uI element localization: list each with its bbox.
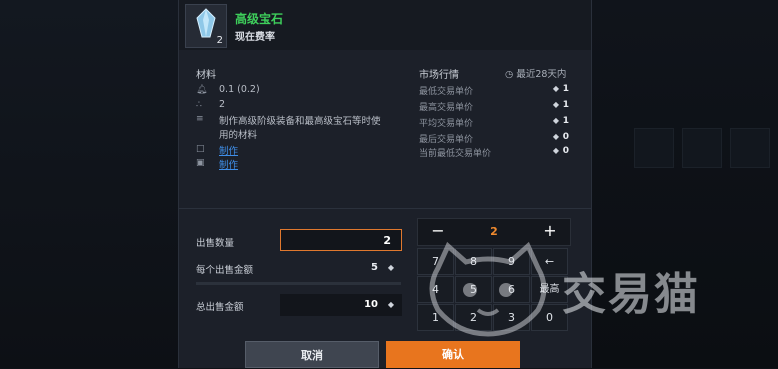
market-row: 平均交易单价 ◆ 1 <box>419 116 579 129</box>
background-slot <box>634 128 674 168</box>
background-right <box>590 0 778 368</box>
diamond-icon: ◆ <box>552 116 559 125</box>
backspace-key[interactable]: ← <box>531 248 568 275</box>
key-9[interactable]: 9 <box>493 248 530 275</box>
key-3[interactable]: 3 <box>493 304 530 331</box>
item-count: 2 <box>216 35 223 46</box>
recipe-icon: ▣ <box>196 158 205 168</box>
item-slot: 2 <box>185 4 227 48</box>
materials-title: 材料 <box>196 70 216 81</box>
key-8[interactable]: 8 <box>455 248 492 275</box>
market-row-value: 0 <box>562 132 569 142</box>
clock-icon: ◷ <box>505 69 514 80</box>
background-slot <box>682 128 722 168</box>
craft-row-2: ▣ 制作 <box>196 157 238 171</box>
stack-icon: ∴ <box>196 100 202 110</box>
weight-value: 0.1 (0.2) <box>219 84 260 95</box>
diamond-icon: ◆ <box>552 146 559 155</box>
market-row-label: 最高交易单价 <box>419 103 474 113</box>
market-row: 最高交易单价 ◆ 1 <box>419 100 579 113</box>
section-divider <box>179 208 591 209</box>
item-header: 2 高级宝石 现在费率 <box>179 0 591 50</box>
key-0[interactable]: 0 <box>531 304 568 331</box>
market-row-label: 当前最低交易单价 <box>419 149 492 159</box>
description-line1: 制作高级阶级装备和最高级宝石等时使 <box>219 116 381 127</box>
market-period-text: 最近28天内 <box>516 69 567 80</box>
sell-dialog: 2 高级宝石 现在费率 材料 🔔︎ 0.1 (0.2) ∴ 2 ≡ 制作高级阶级… <box>178 0 592 368</box>
market-row: 最低交易单价 ◆ 1 <box>419 84 579 97</box>
cancel-button[interactable]: 取消 <box>245 341 379 368</box>
market-title: 市场行情 <box>419 70 459 81</box>
increment-button[interactable]: + <box>530 219 570 245</box>
background-left <box>0 0 178 368</box>
item-info: 材料 🔔︎ 0.1 (0.2) ∴ 2 ≡ 制作高级阶级装备和最高级宝石等时使 … <box>179 50 591 210</box>
description-icon: ≡ <box>196 114 204 124</box>
stack-value: 2 <box>219 99 226 110</box>
weight-row: 🔔︎ 0.1 (0.2) <box>196 84 260 95</box>
key-6[interactable]: 6 <box>493 276 530 303</box>
confirm-button[interactable]: 确认 <box>386 341 520 368</box>
max-key[interactable]: 最高 <box>531 276 568 303</box>
stack-row: ∴ 2 <box>196 99 225 110</box>
unit-price-value: 5 <box>371 262 378 273</box>
diamond-icon: ◆ <box>552 132 559 141</box>
stepper-value: 2 <box>490 225 498 238</box>
market-row: 当前最低交易单价 ◆ 0 <box>419 146 579 159</box>
background-slot <box>730 128 770 168</box>
numeric-keypad: 7 8 9 ← 4 5 6 最高 1 2 3 0 <box>417 248 569 332</box>
quantity-input[interactable]: 2 <box>280 229 402 251</box>
diamond-icon: ◆ <box>552 100 559 109</box>
key-7[interactable]: 7 <box>417 248 454 275</box>
total-price-label: 总出售金额 <box>196 302 244 313</box>
craft-link-2[interactable]: 制作 <box>219 157 238 171</box>
description-line2: 用的材料 <box>219 130 258 141</box>
market-row-value: 1 <box>562 116 569 126</box>
key-2[interactable]: 2 <box>455 304 492 331</box>
unit-price-label: 每个出售金额 <box>196 265 254 276</box>
market-period: ◷ 最近28天内 <box>505 66 566 80</box>
market-row-label: 平均交易单价 <box>419 119 474 129</box>
quantity-value: 2 <box>383 234 391 247</box>
market-row-value: 1 <box>562 84 569 94</box>
weight-icon: 🔔︎ <box>196 85 208 95</box>
gem-icon <box>196 8 216 38</box>
total-price-value: 10 <box>364 299 378 310</box>
craft-row-1: □ 制作 <box>196 143 238 157</box>
market-row: 最后交易单价 ◆ 0 <box>419 132 579 145</box>
diamond-icon: ◆ <box>387 263 394 272</box>
diamond-icon: ◆ <box>552 84 559 93</box>
description-row: ≡ 制作高级阶级装备和最高级宝石等时使 <box>196 113 381 127</box>
market-row-value: 1 <box>562 100 569 110</box>
item-name: 高级宝石 <box>235 12 284 26</box>
market-row-label: 最低交易单价 <box>419 87 474 97</box>
market-row-label: 最后交易单价 <box>419 135 474 145</box>
market-row-value: 0 <box>562 146 569 156</box>
decrement-button[interactable]: − <box>418 219 458 245</box>
craft-icon: □ <box>196 144 205 154</box>
key-5[interactable]: 5 <box>455 276 492 303</box>
item-subtitle: 现在费率 <box>235 32 275 43</box>
diamond-icon: ◆ <box>387 300 394 309</box>
quantity-label: 出售数量 <box>196 238 235 249</box>
price-slider[interactable] <box>196 282 401 285</box>
quantity-stepper: − 2 + <box>417 218 571 246</box>
craft-link-1[interactable]: 制作 <box>219 143 238 157</box>
total-price: 10 ◆ <box>280 294 402 316</box>
key-4[interactable]: 4 <box>417 276 454 303</box>
key-1[interactable]: 1 <box>417 304 454 331</box>
